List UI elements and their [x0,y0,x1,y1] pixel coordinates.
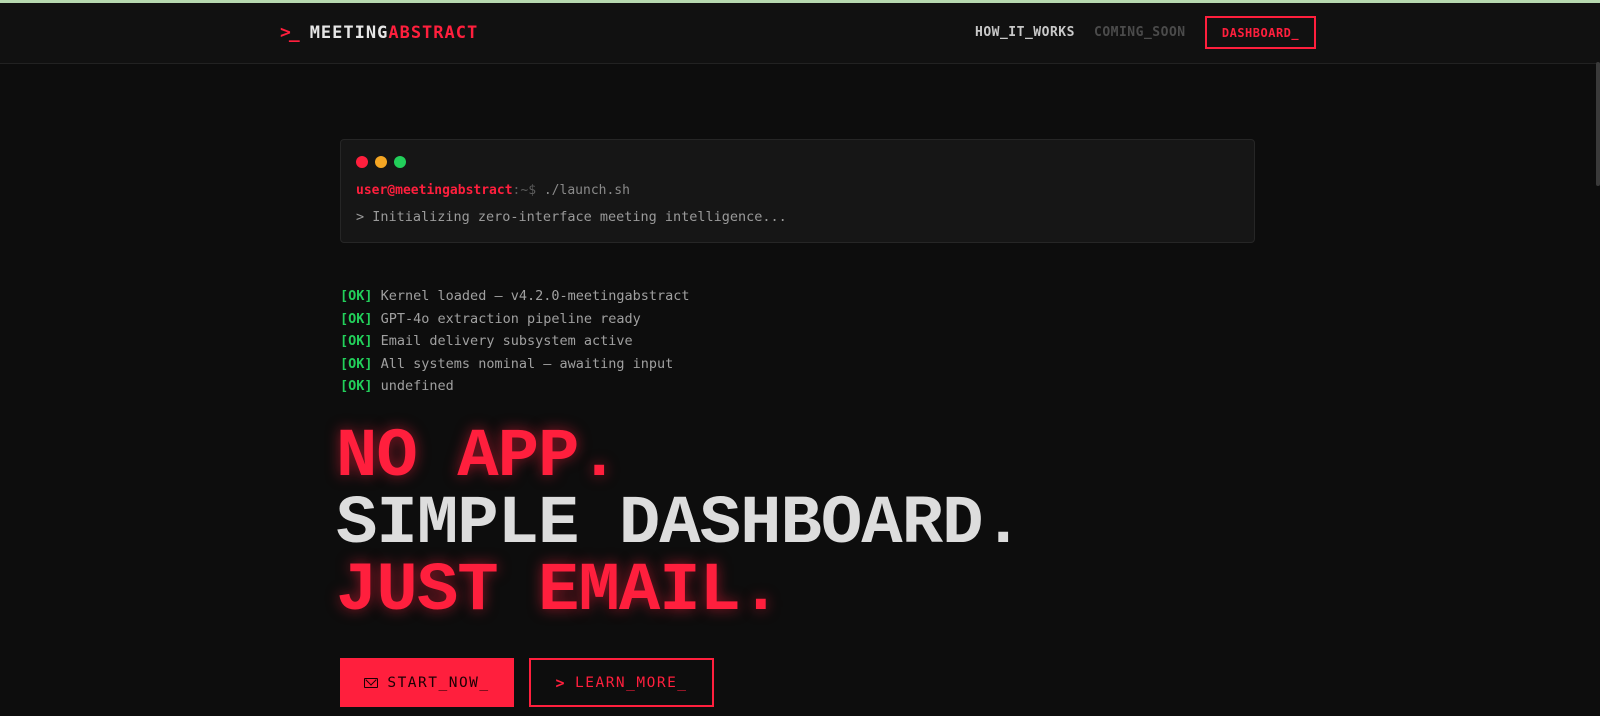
hero-line-simple-dashboard: SIMPLE DASHBOARD. [336,485,1024,563]
start-now-button[interactable]: START_NOW_ [340,658,514,707]
log-ok-tag: [OK] [340,378,373,394]
log-text: Email delivery subsystem active [380,333,633,349]
terminal-command-line: user@meetingabstract:~$ ./launch.sh [356,183,630,198]
log-line: [OK] Kernel loaded — v4.2.0-meetingabstr… [340,288,690,311]
terminal-window: user@meetingabstract:~$ ./launch.sh > In… [340,139,1255,243]
window-minimize-dot [375,156,387,168]
brand-name: MEETINGABSTRACT [310,23,479,43]
terminal-path: :~$ [512,183,537,198]
log-ok-tag: [OK] [340,333,373,349]
learn-more-label: LEARN_MORE_ [575,674,688,691]
brand-name-part2: ABSTRACT [388,22,479,43]
hero-line-no-app: NO APP. [336,418,620,496]
terminal-output: > Initializing zero-interface meeting in… [356,209,787,225]
brand-name-part1: MEETING [309,22,389,43]
log-text: All systems nominal — awaiting input [380,355,674,372]
window-maximize-dot [394,156,406,168]
log-line: [OK] GPT-4o extraction pipeline ready [340,311,690,334]
mail-icon [364,677,379,688]
learn-more-button[interactable]: > LEARN_MORE_ [529,658,714,707]
boot-log: [OK] Kernel loaded — v4.2.0-meetingabstr… [340,288,690,401]
log-ok-tag: [OK] [340,310,373,327]
log-ok-tag: [OK] [340,355,373,372]
terminal-prompt-icon: >_ [280,22,300,43]
dashboard-button[interactable]: DASHBOARD_ [1205,16,1316,49]
start-now-label: START_NOW_ [387,674,490,691]
hero-line-just-email: JUST EMAIL. [336,552,781,630]
log-text: GPT-4o extraction pipeline ready [380,310,641,327]
window-close-dot [356,156,368,168]
brand-logo[interactable]: >_ MEETINGABSTRACT [280,22,478,43]
nav-how-it-works[interactable]: HOW_IT_WORKS [975,25,1075,40]
terminal-command: ./launch.sh [536,183,630,198]
log-ok-tag: [OK] [340,288,373,304]
hero-headline: NO APP. SIMPLE DASHBOARD. JUST EMAIL. [336,418,1024,630]
log-text: Kernel loaded — v4.2.0-meetingabstract [380,288,690,304]
chevron-right-icon: > [555,673,566,692]
log-text: undefined [380,378,454,394]
terminal-user-host: user@meetingabstract [356,183,513,198]
navbar: >_ MEETINGABSTRACT HOW_IT_WORKS COMING_S… [0,3,1600,64]
nav-coming-soon[interactable]: COMING_SOON [1094,25,1186,40]
log-line: [OK] undefined [340,378,690,401]
scrollbar-thumb[interactable] [1596,62,1600,186]
log-line: [OK] Email delivery subsystem active [340,333,690,356]
log-line: [OK] All systems nominal — awaiting inpu… [340,356,690,379]
